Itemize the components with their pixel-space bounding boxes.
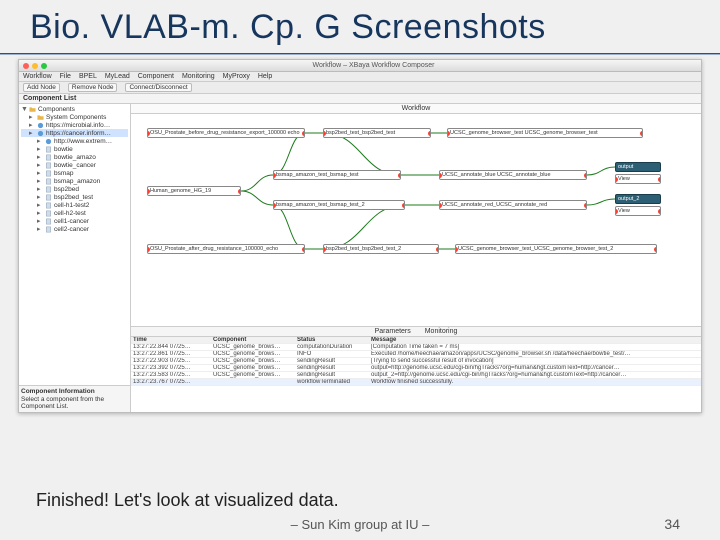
menu-item[interactable]: Help — [258, 73, 272, 80]
workflow-node[interactable]: output_2 — [615, 194, 661, 204]
menu-item[interactable]: File — [60, 73, 71, 80]
component-tree[interactable]: ▼Components▸System Components▸https://mi… — [19, 104, 130, 235]
menu-item[interactable]: BPEL — [79, 73, 97, 80]
toolbar-button[interactable]: Connect/Disconnect — [125, 83, 191, 92]
tree-item[interactable]: ▸cell2-cancer — [21, 225, 128, 233]
monitoring-log[interactable]: TimeComponentStatusMessage 13:27:22.844 … — [131, 337, 701, 412]
log-row[interactable]: 13:27:22.903 07/25…UCSC_genome_brows…sen… — [131, 358, 701, 365]
tree-item[interactable]: ▸cell-h2-test — [21, 209, 128, 217]
tree-item[interactable]: ▸bsmap — [21, 169, 128, 177]
menu-item[interactable]: Workflow — [23, 73, 52, 80]
tree-item[interactable]: ▸bowtie_cancer — [21, 161, 128, 169]
component-info-body: Select a component from the Component Li… — [21, 396, 128, 410]
log-row[interactable]: 13:27:23.767 07/25…workflowTerminatedWor… — [131, 379, 701, 386]
window-title: Workflow – XBaya Workflow Composer — [50, 62, 697, 69]
sidebar: ▼Components▸System Components▸https://mi… — [19, 104, 131, 412]
tree-item[interactable]: ▸bowtie — [21, 145, 128, 153]
log-row[interactable]: 13:27:23.583 07/25…UCSC_genome_brows…sen… — [131, 372, 701, 379]
tree-item[interactable]: ▸https://cancer.inform… — [21, 129, 128, 137]
tree-item[interactable]: ▸http://www.extrem… — [21, 137, 128, 145]
mac-titlebar: Workflow – XBaya Workflow Composer — [19, 60, 701, 72]
tree-item[interactable]: ▸bsp2bed_test — [21, 193, 128, 201]
tree-item[interactable]: ▼Components — [21, 106, 128, 113]
log-row[interactable]: 13:27:22.861 07/25…UCSC_genome_brows…INF… — [131, 351, 701, 358]
workflow-links — [131, 114, 701, 326]
workflow-node[interactable]: OSU_Prostate_before_drug_resistance_expo… — [147, 128, 305, 138]
page-number: 34 — [664, 516, 680, 532]
tab-parameters[interactable]: Parameters — [369, 328, 417, 335]
menu-bar: Workflow File BPEL MyLead Component Monitorin… — [19, 72, 701, 82]
toolbar-button[interactable]: Remove Node — [68, 83, 118, 92]
log-column-header[interactable]: Message — [371, 337, 699, 343]
workflow-node[interactable]: bsp2bed_test_bsp2bed_test — [323, 128, 431, 138]
menu-item[interactable]: MyLead — [105, 73, 130, 80]
workflow-node[interactable]: bsmap_amazon_test_bsmap_test — [273, 170, 401, 180]
workflow-canvas[interactable]: OSU_Prostate_before_drug_resistance_expo… — [131, 114, 701, 327]
workflow-node[interactable]: Human_genome_HG_19 — [147, 186, 241, 196]
log-row[interactable]: 13:27:23.392 07/25…UCSC_genome_brows…sen… — [131, 365, 701, 372]
menu-item[interactable]: Component — [138, 73, 174, 80]
component-info-header: Component Information — [21, 388, 128, 395]
log-column-header[interactable]: Component — [213, 337, 295, 343]
menu-item[interactable]: Monitoring — [182, 73, 215, 80]
workflow-node[interactable]: UCSC_genome_browser_test UCSC_genome_bro… — [447, 128, 643, 138]
minimize-icon[interactable] — [32, 63, 38, 69]
tab-monitoring[interactable]: Monitoring — [419, 328, 464, 335]
workflow-node[interactable]: UCSC_genome_browser_test_UCSC_genome_bro… — [455, 244, 657, 254]
workflow-node[interactable]: output — [615, 162, 661, 172]
toolbar-button[interactable]: Add Node — [23, 83, 60, 92]
tree-item[interactable]: ▸cell-h1-test2 — [21, 201, 128, 209]
tree-item[interactable]: ▸bowtie_amazo — [21, 153, 128, 161]
workflow-node[interactable]: UCSC_annotate_red_UCSC_annotate_red — [439, 200, 587, 210]
zoom-icon[interactable] — [41, 63, 47, 69]
credit: – Sun Kim group at IU – — [0, 517, 720, 532]
log-column-header[interactable]: Status — [297, 337, 369, 343]
slide-title: Bio. VLAB-m. Cp. G Screenshots — [0, 0, 720, 54]
component-info-panel: Component Information Select a component… — [19, 385, 130, 412]
workflow-node[interactable]: View — [615, 206, 661, 216]
workflow-node[interactable]: View — [615, 174, 661, 184]
tree-item[interactable]: ▸cell1-cancer — [21, 217, 128, 225]
workflow-node[interactable]: bsp2bed_test_bsp2bed_test_2 — [323, 244, 439, 254]
log-row[interactable]: 13:27:22.844 07/25…UCSC_genome_brows…com… — [131, 344, 701, 351]
component-list-header: Component List — [19, 94, 701, 104]
tab-workflow[interactable]: Workflow — [402, 105, 431, 112]
workflow-node[interactable]: UCSC_annotate_blue UCSC_annotate_blue — [439, 170, 587, 180]
caption: Finished! Let's look at visualized data. — [36, 490, 339, 511]
tree-item[interactable]: ▸bsp2bed — [21, 185, 128, 193]
workflow-node[interactable]: bsmap_amazon_test_bsmap_test_2 — [273, 200, 405, 210]
app-window: Workflow – XBaya Workflow Composer Workf… — [18, 59, 702, 413]
close-icon[interactable] — [23, 63, 29, 69]
tree-item[interactable]: ▸bsmap_amazon — [21, 177, 128, 185]
menu-item[interactable]: MyProxy — [223, 73, 250, 80]
tree-item[interactable]: ▸System Components — [21, 113, 128, 121]
tree-item[interactable]: ▸https://microbial.info… — [21, 121, 128, 129]
workflow-node[interactable]: OSU_Prostate_after_drug_resistance_10000… — [147, 244, 305, 254]
bottom-tab-bar: Parameters Monitoring — [131, 327, 701, 337]
log-column-header[interactable]: Time — [133, 337, 211, 343]
toolbar: Add Node Remove Node Connect/Disconnect — [19, 82, 701, 94]
